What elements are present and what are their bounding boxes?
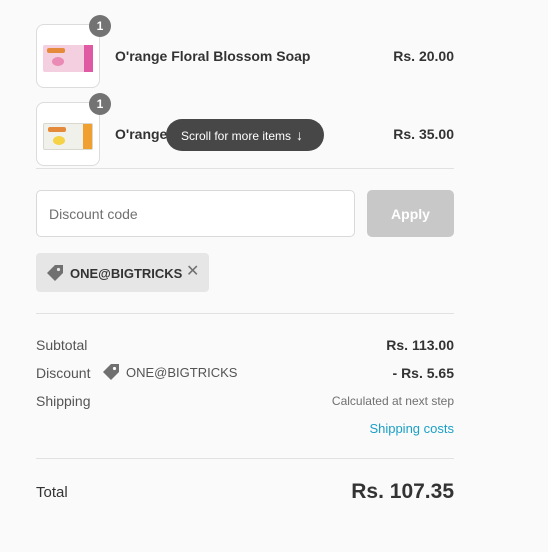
discount-value: - Rs. 5.65 [392,365,454,381]
arrow-down-icon: ↓ [296,127,304,143]
discount-label: Discount [36,365,91,381]
product-price: Rs. 20.00 [393,48,454,64]
shipping-costs-link[interactable]: Shipping costs [369,421,454,436]
close-icon[interactable]: ✕ [186,263,199,281]
scroll-hint-label: Scroll for more items [181,129,292,143]
subtotal-value: Rs. 113.00 [386,337,454,353]
price-tag-icon [47,265,63,281]
product-thumbnail: 1 [36,93,111,166]
apply-button[interactable]: Apply [367,190,454,237]
product-price: Rs. 35.00 [393,126,454,142]
order-summary: 1 O'range Floral Blossom Soap Rs. 20.00 … [0,0,548,552]
soap-box-white-icon [43,123,93,150]
total-label: Total [36,484,68,501]
line-item: 1 O'range Floral Blossom Soap Rs. 20.00 [36,15,454,88]
total-value: Rs. 107.35 [351,480,454,503]
divider [36,458,454,459]
quantity-badge: 1 [89,15,111,37]
price-tag-icon [103,364,119,380]
product-name: O'range Floral Blossom Soap [115,48,311,64]
subtotal-label: Subtotal [36,337,88,353]
soap-box-pink-icon [43,45,93,72]
discount-code-input[interactable] [36,190,355,237]
discount-code: ONE@BIGTRICKS [126,365,238,380]
quantity-badge: 1 [89,93,111,115]
discount-code-label: ONE@BIGTRICKS [70,266,183,281]
product-thumbnail: 1 [36,15,111,88]
divider [36,168,454,169]
shipping-label: Shipping [36,393,91,409]
divider [36,313,454,314]
scroll-hint-button[interactable]: Scroll for more items ↓ [166,119,324,151]
applied-discount-chip: ONE@BIGTRICKS ✕ [36,253,209,292]
shipping-value: Calculated at next step [331,394,454,408]
